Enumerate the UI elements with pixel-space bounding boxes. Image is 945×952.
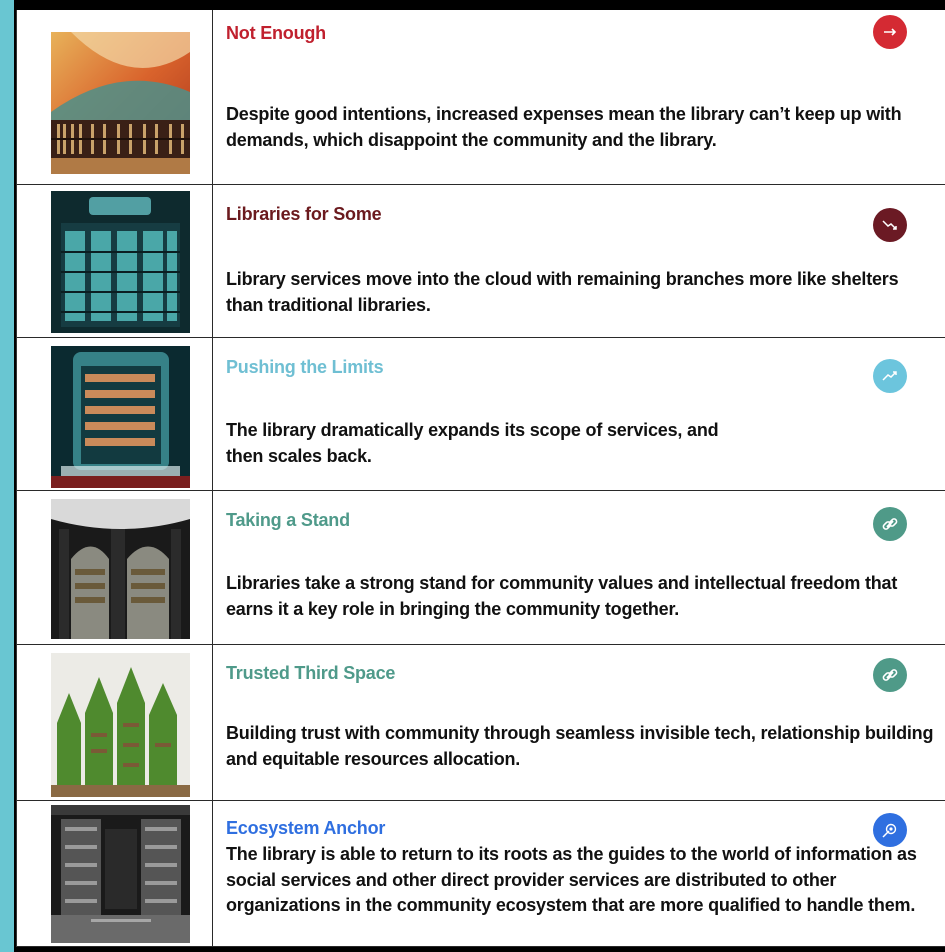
scenario-image-libraries-for-some	[51, 191, 190, 333]
description-line: then scales back.	[226, 445, 372, 466]
link-icon[interactable]	[873, 658, 907, 692]
scenario-image-taking-a-stand	[51, 499, 190, 639]
table-row: Taking a Stand Libraries take a strong s…	[17, 491, 945, 645]
table-row: Pushing the Limits The library dramatica…	[17, 338, 945, 491]
scenario-description: The library is able to return to its roo…	[226, 844, 917, 915]
trend-up-icon[interactable]	[873, 359, 907, 393]
scenario-description: The library dramatically expands its sco…	[226, 418, 938, 469]
scenario-table: Not Enough Despite good intentions, incr…	[16, 10, 945, 947]
scenario-image-ecosystem-anchor	[51, 805, 190, 943]
trend-down-icon[interactable]	[873, 208, 907, 242]
scenario-title: Trusted Third Space	[226, 663, 396, 683]
scenario-image-not-enough	[51, 32, 190, 174]
image-cell	[17, 801, 213, 946]
bottom-border	[16, 947, 945, 952]
scenario-title: Ecosystem Anchor	[226, 818, 386, 838]
scenario-title: Not Enough	[226, 23, 326, 43]
scenario-title: Taking a Stand	[226, 510, 350, 530]
scenario-title: Pushing the Limits	[226, 357, 384, 377]
scenario-image-pushing-the-limits	[51, 346, 190, 488]
scenario-image-trusted-third-space	[51, 653, 190, 797]
page-frame: Not Enough Despite good intentions, incr…	[0, 0, 945, 952]
scenario-description: Libraries take a strong stand for commun…	[226, 573, 898, 619]
link-icon[interactable]	[873, 507, 907, 541]
arrow-right-icon[interactable]	[873, 15, 907, 49]
image-cell	[17, 645, 213, 800]
image-cell	[17, 338, 213, 490]
scenario-description: Building trust with community through se…	[226, 723, 934, 769]
table-row: Ecosystem Anchor The library is able to …	[17, 801, 945, 947]
scenario-description: Library services move into the cloud wit…	[226, 269, 899, 315]
table-row: Not Enough Despite good intentions, incr…	[17, 10, 945, 185]
scenario-description: Despite good intentions, increased expen…	[226, 104, 902, 150]
scenario-title: Libraries for Some	[226, 204, 382, 224]
description-line: The library dramatically expands its sco…	[226, 420, 719, 440]
table-row: Libraries for Some Library services move…	[17, 185, 945, 338]
image-cell	[17, 185, 213, 337]
image-cell	[17, 10, 213, 184]
image-cell	[17, 491, 213, 644]
left-accent-bar	[0, 0, 14, 952]
table-row: Trusted Third Space Building trust with …	[17, 645, 945, 801]
